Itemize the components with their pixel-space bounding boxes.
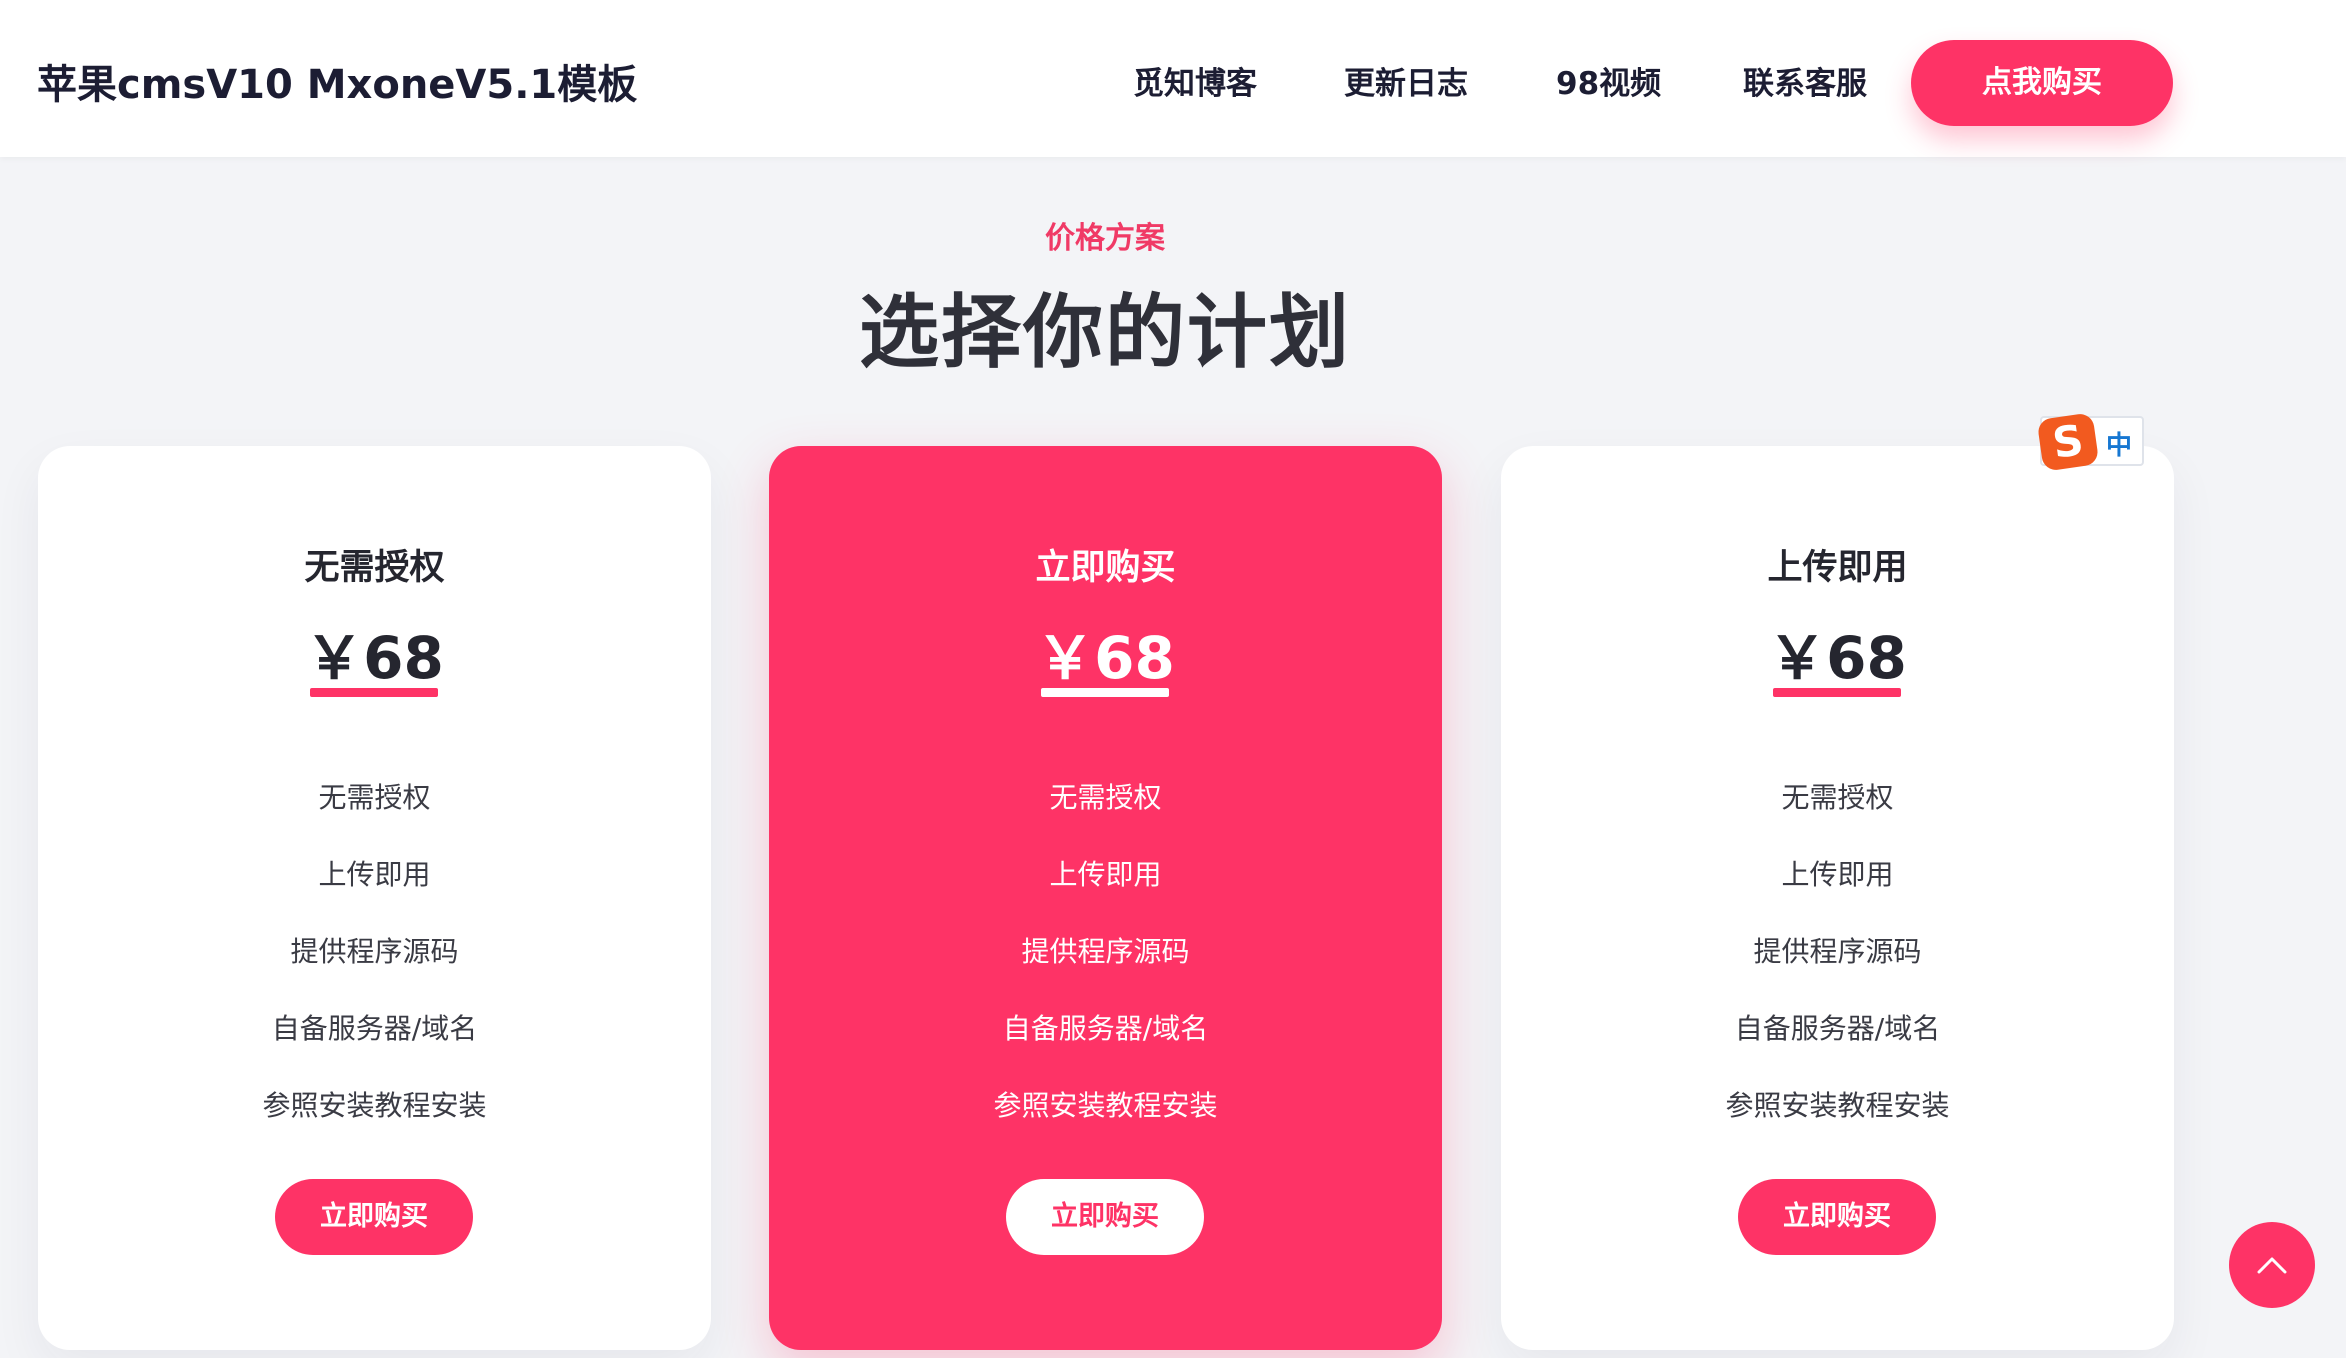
buy-now-button[interactable]: 立即购买 <box>1738 1179 1936 1255</box>
price-underline <box>310 688 438 697</box>
buy-now-button[interactable]: 立即购买 <box>275 1179 473 1255</box>
sogou-ime-icon: S <box>2036 412 2100 472</box>
plan-price: ￥68 <box>1768 624 1907 692</box>
price-underline <box>1041 688 1169 697</box>
plan-name: 立即购买 <box>1035 548 1176 588</box>
ime-mode-label: 中 <box>2106 431 2133 461</box>
feature-item: 提供程序源码 <box>290 935 459 968</box>
feature-item: 自备服务器/域名 <box>271 1012 478 1045</box>
plan-price: ￥68 <box>1036 624 1175 692</box>
feature-item: 上传即用 <box>1049 858 1162 891</box>
nav-link-video[interactable]: 98视频 <box>1556 58 1661 103</box>
header-buy-button[interactable]: 点我购买 <box>1911 40 2173 126</box>
pricing-card-upload-ready: 上传即用 ￥68 无需授权 上传即用 提供程序源码 自备服务器/域名 参照安装教… <box>1501 446 2174 1350</box>
feature-item: 上传即用 <box>1781 858 1894 891</box>
chevron-up-icon <box>2257 1257 2287 1274</box>
section-eyebrow: 价格方案 <box>1045 221 1165 256</box>
site-brand[interactable]: 苹果cmsV10 MxoneV5.1模板 <box>37 52 637 110</box>
plan-price: ￥68 <box>305 624 444 692</box>
feature-item: 提供程序源码 <box>1753 935 1922 968</box>
feature-item: 无需授权 <box>1781 781 1894 814</box>
nav-link-support[interactable]: 联系客服 <box>1743 58 1867 103</box>
back-to-top-button[interactable] <box>2229 1222 2315 1308</box>
feature-item: 无需授权 <box>318 781 431 814</box>
feature-item: 参照安装教程安装 <box>262 1089 487 1122</box>
feature-item: 参照安装教程安装 <box>1725 1089 1950 1122</box>
plan-name: 上传即用 <box>1767 548 1908 588</box>
price-underline <box>1773 688 1901 697</box>
nav-link-changelog[interactable]: 更新日志 <box>1344 58 1468 103</box>
feature-item: 无需授权 <box>1049 781 1162 814</box>
pricing-card-no-license: 无需授权 ￥68 无需授权 上传即用 提供程序源码 自备服务器/域名 参照安装教… <box>38 446 711 1350</box>
site-header: 苹果cmsV10 MxoneV5.1模板 觅知博客 更新日志 98视频 联系客服… <box>0 0 2346 157</box>
plan-name: 无需授权 <box>304 548 445 588</box>
feature-list: 无需授权 上传即用 提供程序源码 自备服务器/域名 参照安装教程安装 <box>38 776 711 1161</box>
pricing-card-featured: 立即购买 ￥68 无需授权 上传即用 提供程序源码 自备服务器/域名 参照安装教… <box>769 446 1442 1350</box>
nav-link-blog[interactable]: 觅知博客 <box>1133 58 1257 103</box>
section-title: 选择你的计划 <box>859 286 1351 379</box>
feature-list: 无需授权 上传即用 提供程序源码 自备服务器/域名 参照安装教程安装 <box>769 776 1442 1161</box>
feature-item: 提供程序源码 <box>1021 935 1190 968</box>
feature-item: 参照安装教程安装 <box>993 1089 1218 1122</box>
feature-item: 自备服务器/域名 <box>1002 1012 1209 1045</box>
feature-item: 自备服务器/域名 <box>1734 1012 1941 1045</box>
buy-now-button[interactable]: 立即购买 <box>1006 1179 1204 1255</box>
ime-indicator[interactable]: S 中 <box>2036 412 2144 472</box>
feature-item: 上传即用 <box>318 858 431 891</box>
feature-list: 无需授权 上传即用 提供程序源码 自备服务器/域名 参照安装教程安装 <box>1501 776 2174 1161</box>
